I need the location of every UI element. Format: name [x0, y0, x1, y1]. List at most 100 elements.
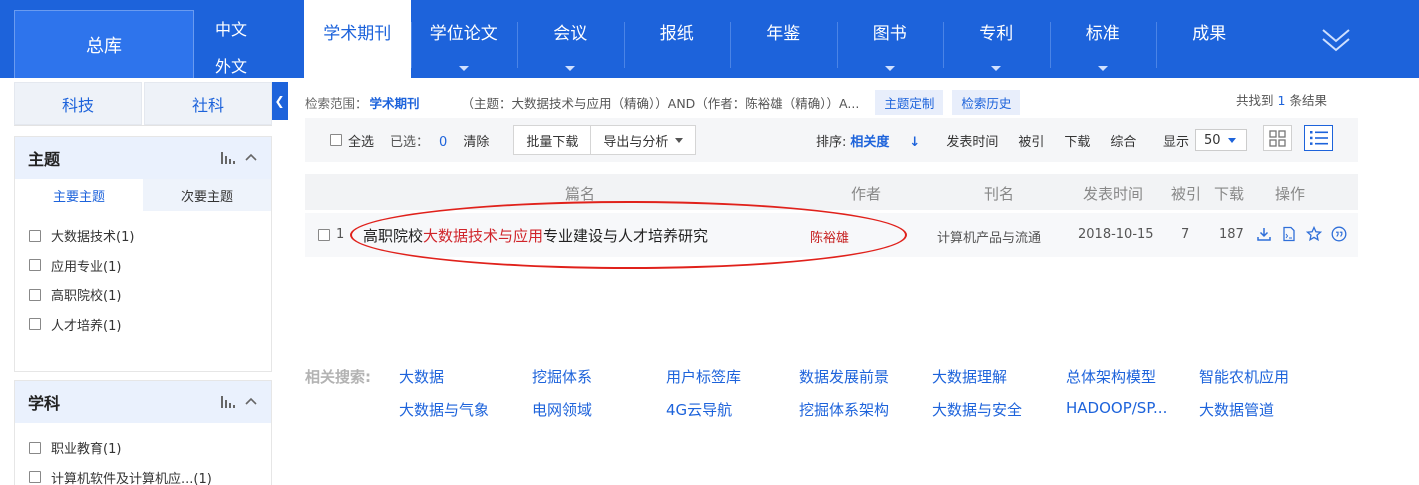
batch-download-button[interactable]: 批量下载 [513, 125, 592, 155]
related-link[interactable]: 用户标签库 [666, 366, 741, 387]
topic-subscribe-button[interactable]: 主题定制 [875, 90, 944, 115]
quote-icon[interactable] [1331, 226, 1347, 242]
related-link[interactable]: 大数据理解 [932, 366, 1007, 387]
clear-button[interactable]: 清除 [463, 131, 489, 150]
related-link[interactable]: 挖掘体系架构 [799, 399, 889, 420]
page-size-select[interactable]: 50 [1195, 129, 1248, 151]
html-read-icon[interactable] [1281, 226, 1297, 242]
tab-zongku[interactable]: 总库 [14, 10, 194, 78]
sidebar-collapse-button[interactable]: ❮ [271, 82, 288, 120]
tab-achievement[interactable]: 成果 [1156, 0, 1263, 78]
caret-down-icon [675, 137, 684, 143]
search-history-button[interactable]: 检索历史 [952, 90, 1021, 115]
list-item[interactable]: 人才培养(1) [29, 310, 257, 340]
related-link[interactable]: 大数据管道 [1199, 399, 1274, 420]
select-all[interactable]: 全选 [330, 131, 374, 150]
download-icon[interactable] [1256, 226, 1272, 242]
tab-patent[interactable]: 专利 [943, 0, 1050, 78]
export-analysis-button[interactable]: 导出与分析 [591, 125, 697, 155]
related-link[interactable]: 挖掘体系 [532, 366, 592, 387]
list-item[interactable]: 计算机软件及计算机应...(1) [29, 463, 257, 485]
row-number: 1 [336, 227, 345, 242]
top-nav: 总库 中文 外文 学术期刊 学位论文 会议 报纸 年鉴 图书 专利 标准 成果 [0, 0, 1419, 78]
checkbox[interactable] [29, 471, 41, 484]
checkbox[interactable] [29, 259, 41, 272]
list-view-button[interactable] [1304, 125, 1333, 151]
tab-standard[interactable]: 标准 [1049, 0, 1157, 78]
chevron-up-icon[interactable] [245, 151, 257, 163]
table-header: 篇名 作者 刊名 发表时间 被引 下载 操作 [305, 174, 1358, 210]
sort-label: 排序: [816, 134, 847, 150]
related-link[interactable]: 4G云导航 [666, 399, 732, 420]
chevron-up-icon[interactable] [245, 395, 257, 407]
sort-download[interactable]: 下载 [1064, 131, 1090, 150]
caret-down-icon [884, 66, 895, 71]
search-scope: 检索范围： 学术期刊 （主题：大数据技术与应用（精确））AND（作者：陈裕雄（精… [305, 90, 1021, 115]
star-icon[interactable] [1306, 226, 1322, 242]
sort-relevance[interactable]: 相关度 ↓ [850, 131, 940, 150]
item-label: 人才培养(1) [51, 318, 122, 334]
scope-label: 检索范围： [305, 96, 368, 111]
related-link[interactable]: 大数据与安全 [932, 399, 1022, 420]
sort-cited[interactable]: 被引 [1018, 131, 1044, 150]
grid-icon [1269, 129, 1286, 147]
expand-more-icon[interactable] [1320, 24, 1352, 56]
annotation-ellipse [350, 201, 907, 269]
tab-book[interactable]: 图书 [836, 0, 944, 78]
list-item[interactable]: 职业教育(1) [29, 433, 257, 463]
header-cited: 被引 [1171, 185, 1202, 203]
journal-link[interactable]: 计算机产品与流通 [937, 227, 1041, 246]
tab-label: 报纸 [659, 24, 694, 44]
selected-info: 已选： 0 [390, 131, 447, 150]
facet-title: 学科 [28, 394, 61, 413]
page-size-value: 50 [1204, 132, 1221, 148]
tab-social-science[interactable]: 社科 [144, 82, 272, 125]
facet-topic: 主题 主要主题 次要主题 大数据技术(1) 应用专业(1) 高职院校(1) 人才… [14, 136, 272, 372]
tab-conference[interactable]: 会议 [517, 0, 624, 78]
tab-yearbook[interactable]: 年鉴 [730, 0, 837, 78]
subtab-minor-topic[interactable]: 次要主题 [143, 179, 271, 211]
sort-comprehensive[interactable]: 综合 [1110, 131, 1136, 150]
related-link[interactable]: 智能农机应用 [1199, 366, 1289, 387]
arrow-down-icon: ↓ [909, 134, 921, 150]
lang-foreign[interactable]: 外文 [196, 53, 266, 77]
tab-journal[interactable]: 学术期刊 [304, 0, 411, 78]
button-label: 批量下载 [526, 134, 579, 150]
bar-chart-icon[interactable] [221, 395, 235, 408]
tab-label: 标准 [1085, 24, 1120, 44]
topic-list: 大数据技术(1) 应用专业(1) 高职院校(1) 人才培养(1) [15, 211, 271, 339]
tab-thesis[interactable]: 学位论文 [410, 0, 518, 78]
grid-view-button[interactable] [1263, 125, 1292, 151]
related-link[interactable]: 大数据与气象 [399, 399, 489, 420]
item-label: 高职院校(1) [51, 289, 122, 305]
selected-label: 已选： [390, 134, 430, 150]
lang-chinese[interactable]: 中文 [196, 16, 266, 40]
list-item[interactable]: 高职院校(1) [29, 280, 257, 310]
found-count: 1 [1277, 93, 1286, 108]
tab-science[interactable]: 科技 [14, 82, 142, 125]
checkbox[interactable] [330, 134, 342, 146]
related-link[interactable]: 电网领域 [532, 399, 592, 420]
tab-newspaper[interactable]: 报纸 [623, 0, 731, 78]
header-download: 下载 [1214, 185, 1245, 203]
select-all-label: 全选 [348, 134, 375, 150]
checkbox[interactable] [29, 288, 41, 301]
subtab-main-topic[interactable]: 主要主题 [15, 179, 143, 211]
related-link[interactable]: HADOOP/SP... [1066, 399, 1167, 417]
checkbox[interactable] [318, 229, 330, 241]
related-link[interactable]: 数据发展前景 [799, 366, 889, 387]
checkbox[interactable] [29, 318, 41, 331]
result-count: 共找到 1 条结果 [1236, 90, 1327, 109]
list-item[interactable]: 大数据技术(1) [29, 221, 257, 251]
tab-label: 会议 [553, 24, 588, 44]
caret-down-icon [991, 66, 1002, 71]
list-item[interactable]: 应用专业(1) [29, 251, 257, 281]
sort-date[interactable]: 发表时间 [946, 131, 998, 150]
checkbox[interactable] [29, 229, 41, 242]
checkbox[interactable] [29, 441, 41, 454]
bar-chart-icon[interactable] [221, 151, 235, 164]
related-link[interactable]: 总体架构模型 [1066, 366, 1156, 387]
button-label: 导出与分析 [603, 134, 669, 150]
scope-value: 学术期刊 [369, 96, 420, 111]
related-link[interactable]: 大数据 [399, 366, 444, 387]
